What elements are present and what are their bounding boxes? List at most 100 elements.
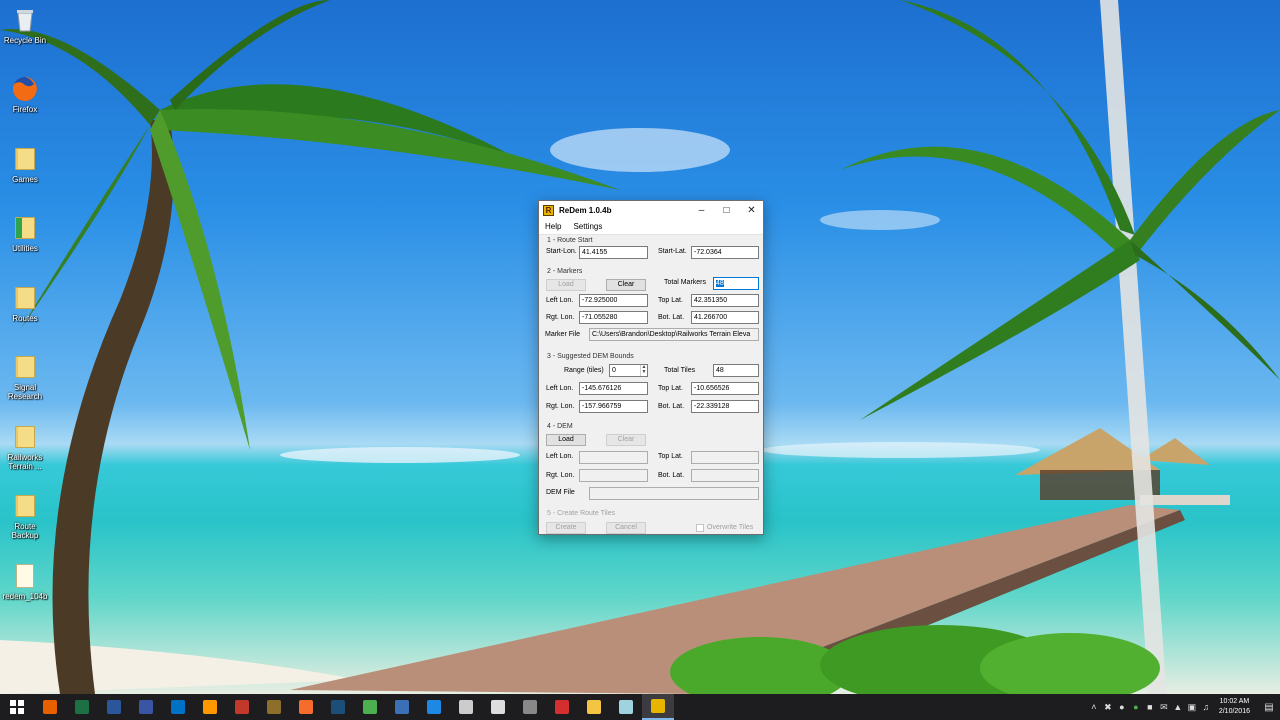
desktop-icon-recycle-bin[interactable]: Recycle Bin bbox=[2, 6, 48, 45]
clock[interactable]: 10:02 AM 2/10/2016 bbox=[1219, 697, 1250, 717]
create-button[interactable]: Create bbox=[546, 522, 586, 534]
taskbar: ˄ ✖ ● ● ■ ✉ ▲ ▣ ♫ 10:02 AM 2/10/2016 ▤ bbox=[0, 694, 1280, 720]
title-bar[interactable]: R ReDem 1.0.4b – □ ✕ bbox=[539, 201, 763, 219]
start-lat-label: Start-Lat. bbox=[658, 248, 687, 255]
dem-file-path[interactable] bbox=[589, 487, 759, 500]
markers-top-lat-input[interactable]: 42.351350 bbox=[691, 294, 759, 307]
warcraft-icon bbox=[267, 700, 281, 714]
gamepad-tray-icon[interactable]: ▲ bbox=[1172, 702, 1184, 712]
desktop-icon-utilities[interactable]: Utilities bbox=[2, 214, 48, 253]
bounds-rgt-lon-input[interactable]: -157.966759 bbox=[579, 400, 648, 413]
desktop-icon-routes[interactable]: Routes bbox=[2, 284, 48, 323]
desktop-icon-label: Utilities bbox=[12, 244, 38, 253]
maximize-icon: □ bbox=[723, 204, 730, 216]
taskbar-visio[interactable] bbox=[130, 694, 162, 720]
taskbar-settings-app[interactable] bbox=[418, 694, 450, 720]
chat-tray-icon[interactable]: ✉ bbox=[1158, 702, 1170, 713]
desktop-icon-route-backup[interactable]: Route Backup bbox=[2, 492, 48, 540]
close-button[interactable]: ✕ bbox=[739, 201, 764, 219]
taskbar-redem[interactable] bbox=[642, 694, 674, 720]
volume-icon[interactable]: ♫ bbox=[1200, 702, 1212, 712]
desktop-icon-firefox[interactable]: Firefox bbox=[2, 75, 48, 114]
taskbar-warcraft[interactable] bbox=[258, 694, 290, 720]
dem-left-lon-input[interactable] bbox=[579, 451, 648, 464]
range-tiles-label: Range (tiles) bbox=[564, 367, 604, 374]
desktop-icon-games[interactable]: Games bbox=[2, 145, 48, 184]
bounds-left-lon-input[interactable]: -145.676126 bbox=[579, 382, 648, 395]
section-dem-title: 4 - DEM bbox=[547, 423, 573, 430]
cancel-button[interactable]: Cancel bbox=[606, 522, 646, 534]
taskbar-firefox[interactable] bbox=[34, 694, 66, 720]
marker-file-path[interactable]: C:\Users\Brandon\Desktop\Railworks Terra… bbox=[589, 328, 759, 341]
dem-top-lat-input[interactable] bbox=[691, 451, 759, 464]
obs-icon bbox=[459, 700, 473, 714]
taskbar-word[interactable] bbox=[98, 694, 130, 720]
desktop-icon-railworks-terrain[interactable]: Railworks Terrain ... bbox=[2, 423, 48, 471]
minimize-icon: – bbox=[698, 204, 705, 216]
markers-clear-button[interactable]: Clear bbox=[606, 279, 646, 291]
start-lon-input[interactable]: 41.4155 bbox=[579, 246, 648, 259]
stepper-arrows-icon[interactable]: ▲ ▼ bbox=[640, 365, 647, 376]
dem-clear-button[interactable]: Clear bbox=[606, 434, 646, 446]
taskbar-cursor-app[interactable] bbox=[482, 694, 514, 720]
taskbar-steam[interactable] bbox=[322, 694, 354, 720]
pdf-app-icon bbox=[555, 700, 569, 714]
taskbar-sublime[interactable] bbox=[194, 694, 226, 720]
desktop-icon-label: Routes bbox=[12, 314, 38, 323]
dem-load-button[interactable]: Load bbox=[546, 434, 586, 446]
markers-rgt-lon-input[interactable]: -71.055280 bbox=[579, 311, 648, 324]
taskbar-xsplit[interactable] bbox=[354, 694, 386, 720]
windows-logo-icon bbox=[10, 700, 24, 714]
markers-load-button[interactable]: Load bbox=[546, 279, 586, 291]
taskbar-obs[interactable] bbox=[450, 694, 482, 720]
desktop-icon-label: Railworks bbox=[7, 453, 43, 462]
taskbar-globe-app[interactable] bbox=[386, 694, 418, 720]
action-center-icon[interactable]: ▤ bbox=[1258, 694, 1280, 720]
taskbar-origin[interactable] bbox=[290, 694, 322, 720]
start-button[interactable] bbox=[0, 694, 34, 720]
taskbar-pdf-app[interactable] bbox=[546, 694, 578, 720]
overwrite-tiles-checkbox[interactable] bbox=[696, 524, 704, 532]
taskbar-inkscape[interactable] bbox=[514, 694, 546, 720]
markers-bot-lat-input[interactable]: 41.266700 bbox=[691, 311, 759, 324]
inkscape-icon bbox=[523, 700, 537, 714]
menu-settings[interactable]: Settings bbox=[573, 222, 602, 231]
markers-left-lon-input[interactable]: -72.925000 bbox=[579, 294, 648, 307]
taskbar-file-explorer[interactable] bbox=[578, 694, 610, 720]
origin-icon bbox=[299, 700, 313, 714]
bounds-top-lat-input[interactable]: -10.656526 bbox=[691, 382, 759, 395]
section-markers-title: 2 - Markers bbox=[547, 268, 583, 275]
maximize-button[interactable]: □ bbox=[714, 201, 739, 219]
chevron-up-icon[interactable]: ˄ bbox=[1088, 702, 1100, 712]
desktop-icon-redem[interactable]: redem_104b bbox=[2, 562, 48, 601]
steam-tray-icon[interactable]: ● bbox=[1116, 702, 1128, 712]
taskbar-apps bbox=[34, 694, 674, 720]
taskbar-star-app[interactable] bbox=[226, 694, 258, 720]
firefox-icon bbox=[43, 700, 57, 714]
section-create-tiles-title: 5 - Create Route Tiles bbox=[547, 510, 616, 517]
markers-left-lon-label: Left Lon. bbox=[546, 297, 574, 304]
desktop-icon-label: Recycle Bin bbox=[3, 36, 47, 45]
cursor-app-icon bbox=[491, 700, 505, 714]
range-tiles-stepper[interactable]: 0 ▲ ▼ bbox=[609, 364, 648, 377]
minimize-button[interactable]: – bbox=[689, 201, 714, 219]
taskbar-notepad[interactable] bbox=[610, 694, 642, 720]
network-tray-icon[interactable]: ▣ bbox=[1186, 702, 1198, 713]
section-route-start-title: 1 - Route Start bbox=[547, 237, 593, 244]
file-icon bbox=[12, 562, 38, 590]
dem-top-lat-label: Top Lat. bbox=[658, 453, 683, 460]
menu-help[interactable]: Help bbox=[545, 222, 561, 231]
bounds-bot-lat-input[interactable]: -22.339128 bbox=[691, 400, 759, 413]
dem-bot-lat-input[interactable] bbox=[691, 469, 759, 482]
close-tray-icon[interactable]: ✖ bbox=[1102, 702, 1114, 713]
desktop-icon-label: Games bbox=[12, 175, 38, 184]
taskbar-excel[interactable] bbox=[66, 694, 98, 720]
total-markers-field[interactable]: 48 bbox=[713, 277, 759, 290]
total-tiles-field[interactable]: 48 bbox=[713, 364, 759, 377]
taskbar-outlook[interactable] bbox=[162, 694, 194, 720]
dem-rgt-lon-input[interactable] bbox=[579, 469, 648, 482]
start-lat-input[interactable]: -72.0364 bbox=[691, 246, 759, 259]
desktop-icon-signal-research[interactable]: Signal Research bbox=[2, 353, 48, 401]
nvidia-tray-icon[interactable]: ● bbox=[1130, 702, 1142, 712]
drive-tray-icon[interactable]: ■ bbox=[1144, 702, 1156, 712]
